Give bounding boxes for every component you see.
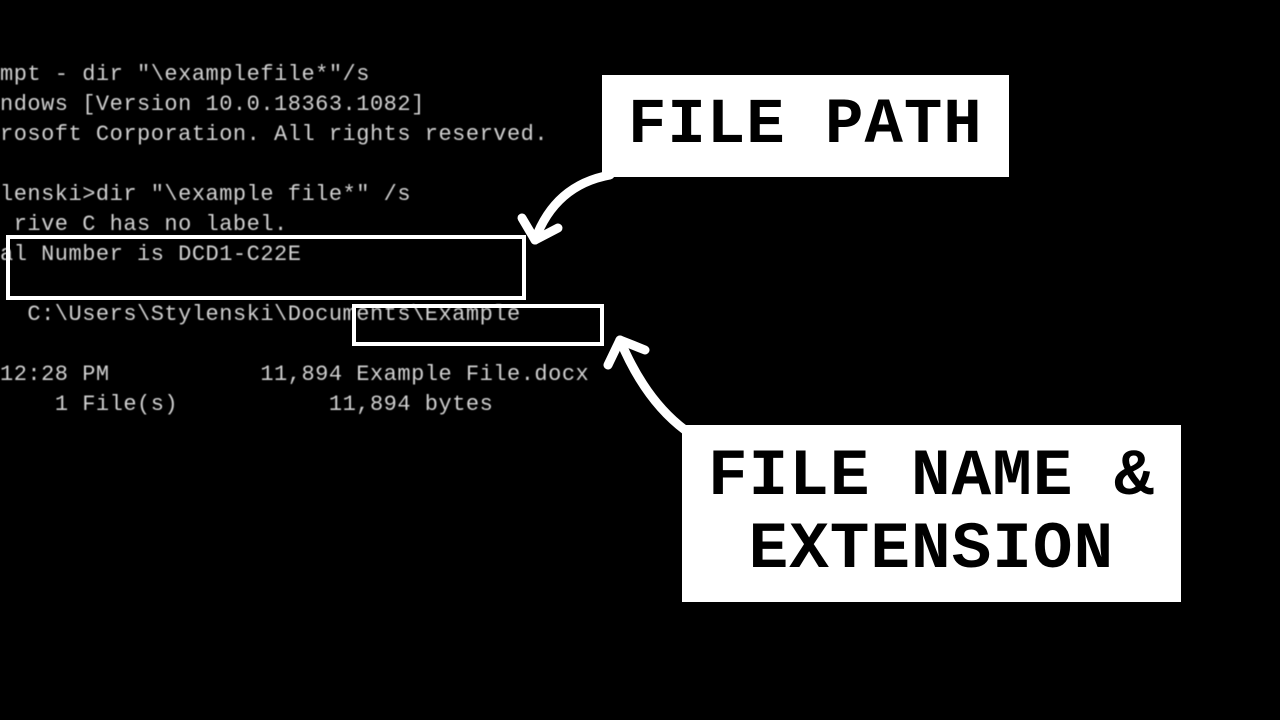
- cmd-file-size: 11,894: [260, 362, 342, 387]
- cmd-prompt-line: lenski>dir "\example file*" /s: [0, 182, 411, 207]
- highlight-file-path: [6, 235, 526, 300]
- cmd-file-count: 1 File(s): [55, 392, 178, 417]
- cmd-file-time: 12:28 PM: [0, 362, 110, 387]
- cmd-windows-version: ndows [Version 10.0.18363.1082]: [0, 92, 425, 117]
- label-file-name-line1: FILE NAME &: [708, 439, 1155, 514]
- cmd-copyright: rosoft Corporation. All rights reserved.: [0, 122, 548, 147]
- arrow-to-filename-icon: [590, 320, 710, 450]
- cmd-drive-line: rive C has no label.: [0, 212, 288, 237]
- cmd-file-name: Example File.docx: [356, 362, 589, 387]
- label-file-name-extension: FILE NAME & EXTENSION: [682, 425, 1181, 602]
- label-file-path-text: FILE PATH: [628, 90, 983, 162]
- cmd-total-bytes: 11,894 bytes: [329, 392, 493, 417]
- label-file-name-line2: EXTENSION: [749, 512, 1114, 587]
- highlight-file-name: [352, 304, 604, 346]
- cmd-title-line: mpt - dir "\examplefile*"/s: [0, 62, 370, 87]
- arrow-to-path-icon: [500, 150, 640, 270]
- label-file-path: FILE PATH: [602, 75, 1009, 177]
